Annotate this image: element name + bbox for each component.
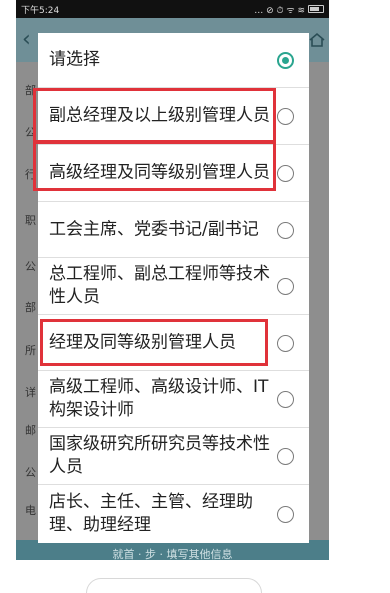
option-union-chair[interactable]: 工会主席、党委书记/副书记	[38, 202, 309, 258]
option-label: 请选择	[49, 49, 100, 70]
option-senior-engineer[interactable]: 高级工程师、高级设计师、IT构架设计师	[38, 371, 309, 428]
option-label: 总工程师、副总工程师等技术性人员	[49, 264, 270, 307]
radio-icon[interactable]	[277, 221, 294, 239]
bg-label: 详	[25, 386, 36, 399]
option-store-manager[interactable]: 店长、主任、主管、经理助理、助理经理	[38, 485, 309, 543]
status-icon-text: … ⊘ ⏱ ᯤ ≋	[254, 5, 305, 16]
bg-label: 所	[25, 344, 36, 357]
bg-label: 电	[25, 504, 36, 517]
radio-icon[interactable]	[277, 391, 294, 408]
highlight-box	[33, 88, 276, 143]
radio-icon[interactable]	[277, 448, 294, 465]
bottom-pill	[86, 578, 262, 593]
radio-icon[interactable]	[277, 334, 294, 352]
highlight-box	[40, 319, 268, 366]
option-label: 高级工程师、高级设计师、IT构架设计师	[49, 377, 269, 420]
radio-checked-icon[interactable]	[277, 52, 294, 69]
status-bar: 下午5:24 … ⊘ ⏱ ᯤ ≋	[16, 0, 329, 18]
home-icon[interactable]	[309, 32, 325, 48]
radio-icon[interactable]	[277, 108, 294, 125]
back-icon[interactable]: ‹	[22, 29, 31, 51]
radio-icon[interactable]	[277, 506, 294, 523]
status-icons: … ⊘ ⏱ ᯤ ≋	[254, 3, 324, 16]
option-label: 店长、主任、主管、经理助理、助理经理	[49, 492, 253, 535]
bg-label: 邮	[25, 424, 36, 437]
bg-label: 部	[25, 301, 36, 314]
option-researcher[interactable]: 国家级研究所研究员等技术性人员	[38, 428, 309, 485]
option-please-select[interactable]: 请选择	[38, 33, 309, 88]
option-label: 国家级研究所研究员等技术性人员	[49, 434, 270, 477]
radio-icon[interactable]	[277, 165, 294, 182]
status-time: 下午5:24	[21, 5, 60, 16]
radio-icon[interactable]	[277, 278, 294, 295]
bg-label: 职	[25, 214, 36, 227]
next-step-button: 就首 · 步 · 填写其他信息	[16, 540, 329, 560]
bg-label: 公	[25, 466, 36, 479]
option-chief-engineer[interactable]: 总工程师、副总工程师等技术性人员	[38, 258, 309, 315]
option-label: 工会主席、党委书记/副书记	[49, 219, 259, 239]
bg-label: 公	[25, 260, 36, 273]
highlight-box	[33, 141, 276, 191]
battery-icon	[308, 5, 324, 13]
